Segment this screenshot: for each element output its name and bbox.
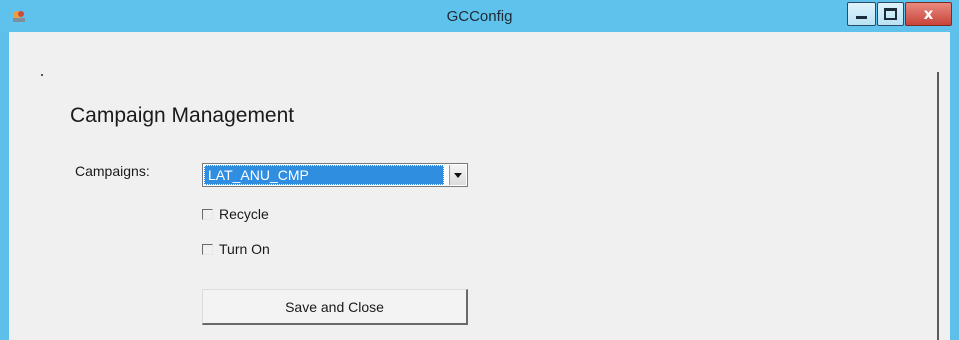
page-title: Campaign Management [70, 104, 295, 127]
window-title: GCConfig [446, 8, 513, 25]
recycle-label[interactable]: Recycle [219, 206, 269, 222]
campaigns-label: Campaigns: [75, 163, 150, 179]
app-window: GCConfig x Campaign Management Campaigns… [0, 0, 959, 340]
campaigns-dropdown[interactable]: LAT_ANU_CMP [202, 163, 468, 187]
turn-on-label[interactable]: Turn On [219, 241, 270, 257]
close-icon: x [923, 4, 934, 23]
close-button[interactable]: x [905, 2, 952, 26]
maximize-button[interactable] [877, 2, 904, 26]
title-bar[interactable]: GCConfig x [0, 0, 959, 32]
save-and-close-button[interactable]: Save and Close [202, 289, 468, 325]
turn-on-checkbox[interactable] [202, 243, 213, 255]
recycle-option[interactable]: Recycle [202, 205, 269, 223]
minimize-button[interactable] [847, 2, 876, 26]
recycle-checkbox[interactable] [202, 208, 213, 220]
minimize-icon [856, 16, 867, 19]
focus-dot [41, 74, 43, 76]
turn-on-option[interactable]: Turn On [202, 240, 270, 258]
panel-divider [937, 72, 939, 340]
client-area: Campaign Management Campaigns: LAT_ANU_C… [9, 32, 950, 340]
dropdown-arrow-button[interactable] [449, 165, 466, 185]
chevron-down-icon [454, 172, 462, 178]
maximize-icon [884, 8, 897, 20]
campaigns-selected-value[interactable]: LAT_ANU_CMP [204, 165, 444, 185]
